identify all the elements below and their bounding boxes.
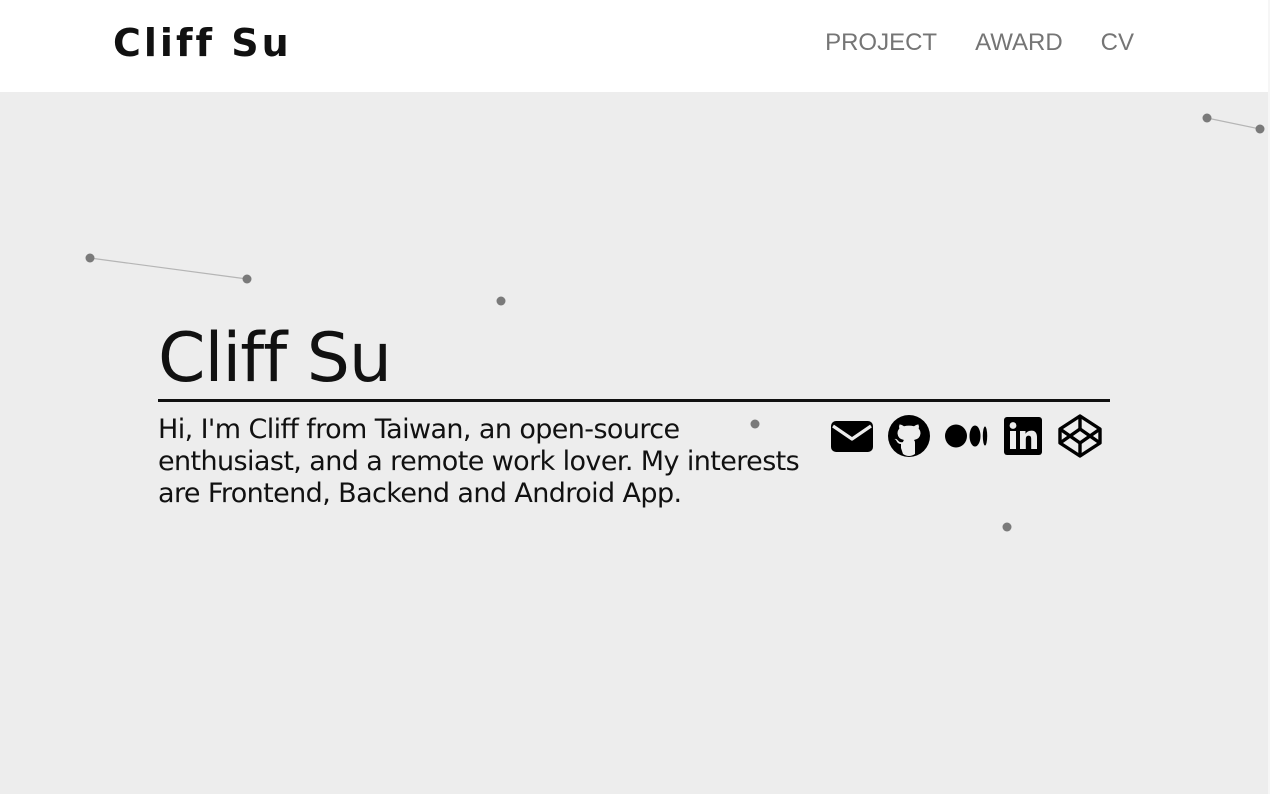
email-link[interactable] bbox=[830, 414, 874, 458]
medium-icon bbox=[945, 424, 988, 448]
linkedin-icon bbox=[1004, 417, 1042, 455]
github-link[interactable] bbox=[887, 414, 931, 458]
hero-divider bbox=[158, 399, 1110, 402]
nav-link-award[interactable]: AWARD bbox=[975, 28, 1063, 58]
codepen-icon bbox=[1058, 414, 1102, 458]
particle-dot bbox=[496, 296, 506, 306]
linkedin-link[interactable] bbox=[1001, 414, 1045, 458]
hero-title: Cliff Su bbox=[158, 319, 392, 398]
particle-link bbox=[89, 257, 248, 280]
particle-dot bbox=[1002, 522, 1012, 532]
codepen-link[interactable] bbox=[1058, 414, 1102, 458]
nav-link-cv[interactable]: CV bbox=[1101, 28, 1134, 58]
hero-bio: Hi, I'm Cliff from Taiwan, an open-sourc… bbox=[158, 414, 800, 509]
particle-dot bbox=[85, 253, 95, 263]
site-header: Cliff Su PROJECT AWARD CV bbox=[0, 0, 1268, 92]
nav-link-project[interactable]: PROJECT bbox=[825, 28, 937, 58]
medium-link[interactable] bbox=[944, 414, 988, 458]
envelope-icon bbox=[831, 421, 873, 452]
main-nav: PROJECT AWARD CV bbox=[825, 28, 1134, 58]
brand-logo-link[interactable]: Cliff Su bbox=[113, 20, 292, 66]
particle-dot bbox=[1202, 113, 1212, 123]
particle-dot bbox=[242, 274, 252, 284]
social-links bbox=[830, 414, 1102, 458]
particle-dot bbox=[1255, 124, 1265, 134]
particle-link bbox=[1206, 117, 1261, 130]
github-icon bbox=[888, 415, 930, 457]
